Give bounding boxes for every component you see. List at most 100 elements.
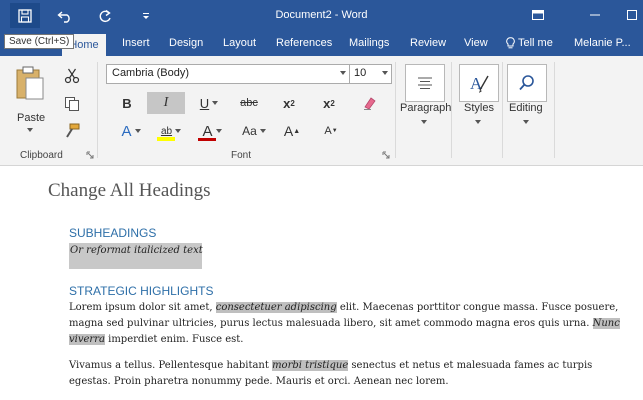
superscript-glyph: x [323, 95, 331, 111]
paragraph-dropdown-icon[interactable] [421, 120, 427, 124]
highlight-dropdown-icon[interactable] [175, 129, 182, 133]
underline-dropdown-icon[interactable] [212, 101, 219, 105]
paste-dropdown-icon[interactable] [27, 128, 33, 132]
change-case-glyph: Aa [242, 124, 257, 138]
paste-label: Paste [17, 112, 46, 124]
title-bar: Document2 - Word [0, 0, 643, 31]
shrink-font-caret-icon: ▼ [331, 128, 338, 134]
maximize-icon [627, 10, 637, 20]
minimize-icon [590, 14, 600, 16]
bold-glyph: B [122, 95, 132, 111]
tab-mailings[interactable]: Mailings [349, 37, 389, 49]
subscript-mark: 2 [290, 98, 295, 108]
font-dialog-launcher-icon[interactable] [382, 151, 390, 159]
tab-review[interactable]: Review [410, 37, 446, 49]
lightbulb-icon [506, 37, 515, 49]
paragraph-icon [418, 77, 432, 89]
separator [502, 62, 503, 158]
tell-me-label: Tell me [518, 37, 553, 49]
clear-formatting-icon [364, 97, 376, 110]
font-size-dropdown-icon[interactable] [382, 71, 388, 75]
italic-line: Or reformat italicized text [70, 245, 203, 256]
font-name-box[interactable]: Cambria (Body) [106, 64, 350, 84]
paragraph-2-line-2: egestas. Proin pharetra nonummy pede. Ma… [69, 376, 449, 387]
subheading-2: STRATEGIC HIGHLIGHTS [69, 284, 214, 298]
font-color-button[interactable]: A [194, 120, 230, 142]
grow-font-button[interactable]: A ▲ [279, 120, 305, 142]
paragraph-1-line-2: magna sed pulvinar ultricies, purus lect… [69, 318, 620, 329]
clipboard-dialog-launcher-icon[interactable] [86, 151, 94, 159]
editing-dropdown-icon[interactable] [523, 120, 529, 124]
clear-formatting-button[interactable] [357, 92, 383, 114]
font-color-dropdown-icon[interactable] [215, 129, 222, 133]
strikethrough-glyph: abc [240, 97, 258, 109]
ribbon-tab-bar: Home Insert Design Layout References Mai… [0, 31, 643, 56]
shrink-font-button[interactable]: A ▼ [318, 120, 344, 142]
tell-me-box[interactable]: Tell me [506, 37, 553, 49]
superscript-mark: 2 [330, 98, 335, 108]
highlight-color-bar [157, 137, 175, 141]
text-effects-dropdown-icon[interactable] [134, 129, 141, 133]
styles-dropdown-icon[interactable] [475, 120, 481, 124]
tab-layout[interactable]: Layout [223, 37, 256, 49]
search-icon [519, 75, 534, 91]
text-run: magna sed pulvinar ultricies, purus lect… [69, 318, 593, 329]
bold-button[interactable]: B [114, 92, 140, 114]
paste-button[interactable] [14, 66, 48, 106]
save-tooltip: Save (Ctrl+S) [4, 34, 75, 49]
tab-design[interactable]: Design [169, 37, 203, 49]
styles-button[interactable]: A [459, 64, 499, 102]
font-name-dropdown-icon[interactable] [340, 71, 346, 75]
document-canvas[interactable]: Change All Headings SUBHEADINGS Or refor… [0, 166, 643, 400]
text-run: imperdiet enim. Fusce est. [104, 334, 244, 345]
superscript-button[interactable]: x2 [316, 92, 342, 114]
paragraph-button[interactable] [405, 64, 445, 102]
separator [395, 62, 396, 158]
tab-insert[interactable]: Insert [122, 37, 150, 49]
italic-highlight: Nunc [592, 318, 620, 329]
change-case-dropdown-icon[interactable] [259, 129, 266, 133]
format-painter-button[interactable] [64, 123, 80, 142]
styles-icon: A [470, 74, 489, 93]
italic-button[interactable]: I [147, 92, 185, 114]
paragraph-label: Paragraph [400, 102, 452, 114]
document-title: Change All Headings [48, 180, 211, 201]
tab-view[interactable]: View [464, 37, 488, 49]
strikethrough-button[interactable]: abc [234, 92, 264, 114]
subscript-button[interactable]: x2 [276, 92, 302, 114]
svg-text:A: A [470, 74, 483, 93]
minimize-button[interactable] [585, 6, 605, 24]
font-color-bar [198, 138, 216, 141]
subscript-glyph: x [283, 95, 291, 111]
italic-highlight: morbi tristique [272, 360, 349, 371]
underline-button[interactable]: U [194, 92, 224, 114]
text-effects-glyph: A [121, 122, 132, 140]
user-account[interactable]: Melanie P... [574, 37, 631, 49]
font-color-glyph: A [202, 122, 213, 140]
italic-glyph: I [163, 95, 169, 110]
copy-button[interactable] [64, 96, 80, 115]
paragraph-1-line-1: Lorem ipsum dolor sit amet, consectetuer… [69, 302, 618, 313]
font-group-label: Font [231, 150, 252, 161]
separator [97, 62, 98, 158]
italic-highlight: viverra [69, 334, 105, 345]
cut-button[interactable] [64, 68, 80, 87]
grow-font-caret-icon: ▲ [293, 127, 301, 135]
paste-icon [16, 66, 44, 100]
copy-icon [65, 97, 79, 111]
maximize-button[interactable] [622, 6, 642, 24]
change-case-button[interactable]: Aa [238, 120, 270, 142]
text-run: elit. Maecenas porttitor congue massa. F… [336, 302, 619, 313]
scissors-icon [64, 68, 80, 84]
editing-button[interactable] [507, 64, 547, 102]
tab-references[interactable]: References [276, 37, 332, 49]
clipboard-group-label: Clipboard [20, 150, 63, 161]
paragraph-1-line-3: viverra imperdiet enim. Fusce est. [69, 334, 243, 345]
highlight-button[interactable]: ab [152, 120, 190, 142]
ribbon-display-options-button[interactable] [528, 6, 548, 24]
text-run: senectus et netus et malesuada fames ac … [348, 360, 593, 371]
grow-font-glyph: A [283, 123, 294, 139]
shrink-font-glyph: A [324, 125, 332, 137]
text-effects-button[interactable]: A [114, 120, 148, 142]
format-painter-icon [66, 123, 80, 138]
